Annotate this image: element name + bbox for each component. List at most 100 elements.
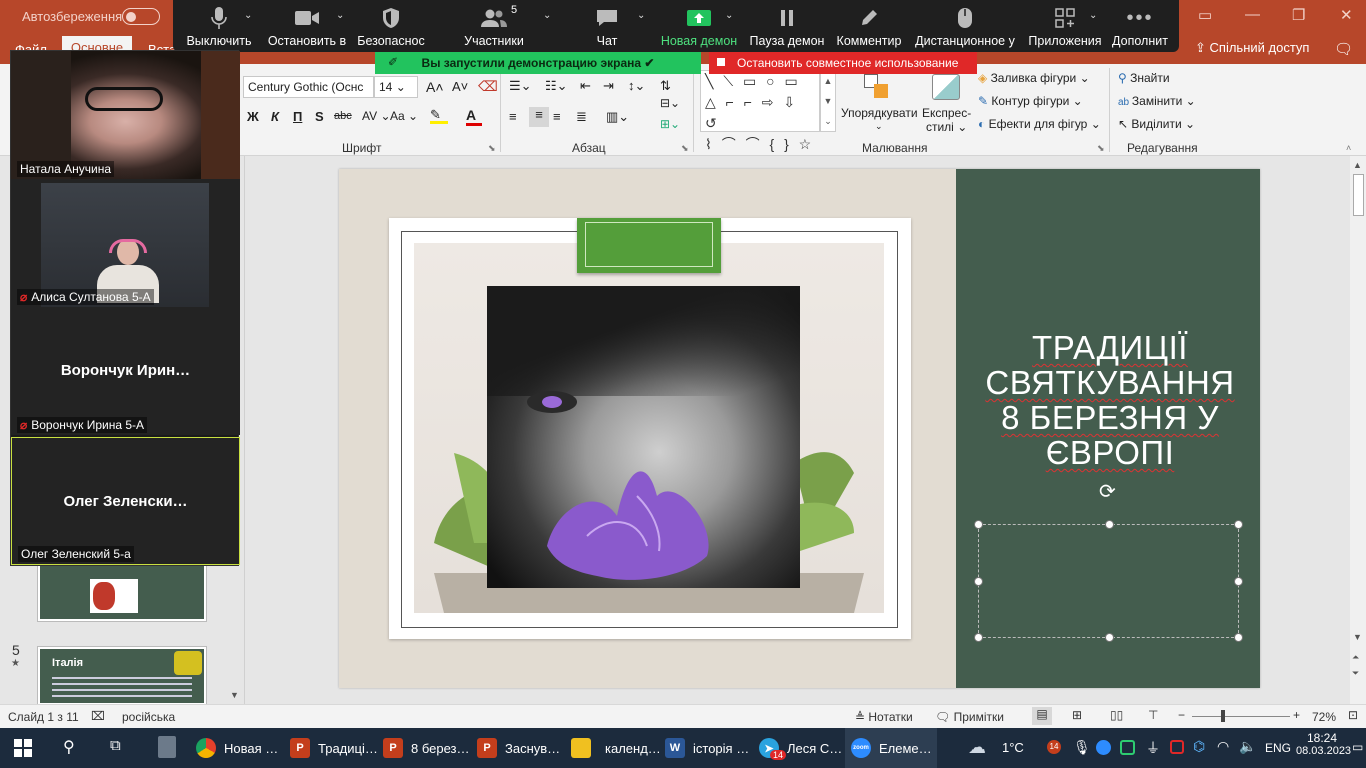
smartart-icon[interactable]: ⊞⌄ xyxy=(660,117,680,131)
video-tile-2[interactable]: ⌀ Алиса Султанова 5-А xyxy=(11,179,240,307)
search-icon[interactable]: ⚲ xyxy=(63,737,75,757)
grow-font-icon[interactable]: A˄ xyxy=(426,79,444,95)
font-dialog-launcher-icon[interactable]: ⬊ xyxy=(488,143,496,154)
taskbar-app-word[interactable]: Wісторія … xyxy=(665,728,749,768)
bold-button[interactable]: Ж xyxy=(247,109,259,124)
clock[interactable]: 18:24 08.03.2023 xyxy=(1296,731,1351,757)
chevron-down-icon[interactable]: ⌄ xyxy=(336,10,344,21)
resize-handle[interactable] xyxy=(1234,577,1243,586)
video-tile-1[interactable]: Натала Анучина xyxy=(11,51,240,179)
network-app-icon[interactable]: ⌬ xyxy=(1193,738,1205,755)
annotate-button[interactable]: Комментир xyxy=(833,4,905,48)
shapes-gallery[interactable]: ╲ ⟍ ▭ ○ ▭ △ ⌐ ⌐ ⇨ ⇩ ↺ ⌇ ⌒ ⌒ { } ☆ xyxy=(700,70,820,152)
taskbar-app-ppt-2[interactable]: P8 берез… xyxy=(383,728,470,768)
weather-temp[interactable]: 1°C xyxy=(1002,740,1024,755)
task-view-icon[interactable]: ⧉ xyxy=(110,737,121,754)
drawing-dialog-launcher-icon[interactable]: ⬊ xyxy=(1097,143,1105,154)
chevron-down-icon[interactable]: ⌄ xyxy=(244,10,252,21)
find-button[interactable]: ⚲ Знайти xyxy=(1118,71,1170,85)
pause-share-button[interactable]: Пауза демон xyxy=(748,4,826,48)
align-text-icon[interactable]: ⊟⌄ xyxy=(660,96,680,110)
vertical-scrollbar[interactable]: ▲ ▼ ⏶ ⏷ xyxy=(1350,156,1366,704)
remote-control-button[interactable]: Дистанционное у xyxy=(912,4,1018,48)
minimize-icon[interactable]: — xyxy=(1245,6,1260,23)
align-right-icon[interactable]: ≡ xyxy=(553,109,561,124)
paragraph-dialog-launcher-icon[interactable]: ⬊ xyxy=(681,143,689,154)
quick-styles-button[interactable]: Експрес-стилі ⌄ xyxy=(922,106,971,134)
zoom-out-icon[interactable]: − xyxy=(1178,708,1185,722)
language-label[interactable]: російська xyxy=(122,710,175,724)
taskbar-app-ppt-3[interactable]: P Заснув… xyxy=(477,728,560,768)
selected-text-placeholder[interactable] xyxy=(974,520,1243,642)
resize-handle[interactable] xyxy=(1105,520,1114,529)
slideshow-icon[interactable]: ⊤ xyxy=(1148,708,1158,722)
font-color-icon[interactable]: A xyxy=(466,107,482,126)
taskbar-app-zoom[interactable]: zoom Елеме… xyxy=(845,728,937,768)
zoom-in-icon[interactable]: + xyxy=(1293,708,1300,722)
participants-button[interactable]: Участники xyxy=(455,4,533,48)
font-size-box[interactable]: 14 ⌄ xyxy=(374,76,418,98)
columns-icon[interactable]: ▥⌄ xyxy=(606,109,629,125)
windows-start-icon[interactable] xyxy=(14,739,32,757)
strikethrough-button[interactable]: abc xyxy=(334,110,352,122)
zoom-slider-thumb[interactable] xyxy=(1221,710,1225,722)
woman-with-flower-image[interactable] xyxy=(487,286,800,588)
collapse-ribbon-icon[interactable]: ˄ xyxy=(1346,143,1351,153)
shapes-more-icon[interactable]: ▲ ▼ ⌄ xyxy=(820,70,836,132)
spellcheck-icon[interactable]: ⌧ xyxy=(91,709,105,723)
italic-button[interactable]: К xyxy=(271,109,279,124)
stop-share-button[interactable]: Остановить совместное использование xyxy=(709,52,977,74)
justify-icon[interactable]: ≣ xyxy=(576,109,587,125)
underline-button[interactable]: П xyxy=(293,109,302,124)
char-spacing-icon[interactable]: AV ⌄ xyxy=(362,109,391,123)
video-tile-3[interactable]: Ворончук Ирин… ⌀ Ворончук Ирина 5-А xyxy=(11,307,240,435)
highlight-icon[interactable]: ✎ xyxy=(430,107,448,125)
notifications-icon[interactable]: ▭ xyxy=(1352,740,1363,754)
taskbar-app-folder[interactable]: календ… xyxy=(571,728,661,768)
zoom-slider[interactable] xyxy=(1192,716,1290,717)
language-indicator[interactable]: ENG xyxy=(1265,741,1291,755)
notification-badge[interactable]: 14 xyxy=(1047,740,1061,754)
notes-button[interactable]: ≜ Нотатки xyxy=(855,710,913,724)
volume-icon[interactable]: 🔈 xyxy=(1239,738,1256,755)
resize-handle[interactable] xyxy=(1234,633,1243,642)
slide-thumbnail-5[interactable]: Італія xyxy=(38,647,206,705)
align-center-icon[interactable]: ≡ xyxy=(529,107,549,127)
chevron-down-icon[interactable]: ⌄ xyxy=(637,10,645,21)
reading-view-icon[interactable]: ▯▯ xyxy=(1110,708,1123,722)
antivirus-icon[interactable] xyxy=(1170,740,1184,754)
more-button[interactable]: ••• Дополнит xyxy=(1108,4,1172,49)
resize-handle[interactable] xyxy=(974,520,983,529)
scroll-down-icon[interactable]: ▼ xyxy=(230,690,239,700)
taskbar-app-telegram[interactable]: ➤ Леся С… xyxy=(759,728,842,768)
zoom-level[interactable]: 72% xyxy=(1312,710,1336,724)
normal-view-icon[interactable]: ▤ xyxy=(1032,707,1052,725)
text-direction-icon[interactable]: ⇅ xyxy=(660,78,671,94)
shape-outline-button[interactable]: ✎ Контур фігури ⌄ xyxy=(978,94,1083,108)
chat-button[interactable]: Чат xyxy=(580,4,634,48)
shadow-button[interactable]: S xyxy=(315,109,324,124)
chevron-down-icon[interactable]: ⌄ xyxy=(543,10,551,21)
taskbar-app-chrome[interactable]: Новая … xyxy=(196,728,278,768)
font-name-box[interactable]: Century Gothic (Оснс xyxy=(243,76,374,98)
resize-handle[interactable] xyxy=(974,633,983,642)
fit-slide-icon[interactable]: ⊡ xyxy=(1348,708,1358,722)
comments-icon[interactable]: 🗨 xyxy=(1334,40,1353,58)
decrease-indent-icon[interactable]: ⇤ xyxy=(580,78,591,94)
select-button[interactable]: ↖ Виділити ⌄ xyxy=(1118,117,1195,131)
chevron-down-icon[interactable]: ⌄ xyxy=(725,10,733,21)
bullets-icon[interactable]: ☰⌄ xyxy=(509,78,532,94)
shrink-font-icon[interactable]: A˅ xyxy=(452,79,468,94)
restore-icon[interactable]: ▭ xyxy=(1198,6,1212,24)
wifi-icon[interactable]: ◠ xyxy=(1217,738,1229,755)
change-case-icon[interactable]: Aa ⌄ xyxy=(390,109,418,123)
numbering-icon[interactable]: ☷⌄ xyxy=(545,78,568,94)
increase-indent-icon[interactable]: ⇥ xyxy=(603,78,614,94)
zoom-tray-icon[interactable] xyxy=(1096,740,1111,755)
share-button[interactable]: ⇪ Спільний доступ xyxy=(1195,40,1309,56)
pin-icon[interactable]: ✐ xyxy=(388,55,398,69)
arrange-button[interactable]: Упорядкувати xyxy=(841,106,918,120)
resize-handle[interactable] xyxy=(974,577,983,586)
chevron-down-icon[interactable]: ⌄ xyxy=(1089,10,1097,21)
close-icon[interactable]: ✕ xyxy=(1340,6,1353,24)
